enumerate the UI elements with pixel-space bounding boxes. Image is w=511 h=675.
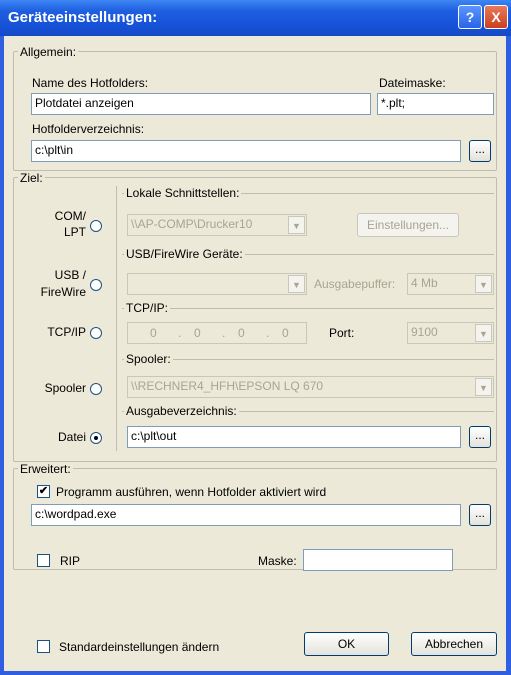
- ziel-legend: Ziel:: [18, 171, 45, 185]
- usb-legend: USB/FireWire Geräte:: [124, 247, 245, 261]
- radio-usb-label-2: FireWire: [40, 285, 86, 299]
- spooler-combo-value: \\RECHNER4_HFH\EPSON LQ 670: [131, 379, 324, 393]
- ausgabeverzeichnis-input[interactable]: c:\plt\out: [127, 426, 461, 448]
- usb-device-combo[interactable]: ▼: [127, 273, 307, 295]
- ausgabe-legend: Ausgabeverzeichnis:: [124, 404, 239, 418]
- dialog-title: Geräteeinstellungen:: [8, 9, 158, 26]
- port-value: 9100: [411, 325, 438, 339]
- radio-spooler[interactable]: [90, 383, 102, 395]
- radio-datei-label: Datei: [57, 430, 86, 444]
- radio-usb-firewire[interactable]: [90, 279, 102, 291]
- programm-checkbox[interactable]: ✔: [37, 485, 50, 498]
- spooler-legend: Spooler:: [124, 352, 173, 366]
- tcp-legend: TCP/IP:: [124, 301, 171, 315]
- hotfolder-name-label: Name des Hotfolders:: [32, 76, 149, 90]
- ip-dot: .: [222, 326, 226, 340]
- ip-octet-2: 0: [194, 326, 201, 340]
- port-label: Port:: [329, 326, 355, 340]
- dateimaske-input[interactable]: *.plt;: [377, 93, 494, 115]
- port-combo[interactable]: 9100 ▼: [407, 322, 494, 344]
- chevron-down-icon[interactable]: ▼: [288, 216, 305, 234]
- radio-usb-label: USB /: [54, 268, 86, 282]
- radio-tcp-label: TCP/IP: [47, 325, 86, 339]
- hotfolder-name-input[interactable]: Plotdatei anzeigen: [31, 93, 371, 115]
- lokale-combo-value: \\AP-COMP\Drucker10: [131, 217, 253, 231]
- ip-octet-1: 0: [150, 326, 157, 340]
- standard-checkbox[interactable]: [37, 640, 50, 653]
- ausgabepuffer-value: 4 Mb: [411, 276, 438, 290]
- dialog-client: Allgemein: Name des Hotfolders: Plotdate…: [4, 36, 506, 671]
- einstellungen-button[interactable]: Einstellungen...: [357, 213, 459, 237]
- ip-octet-4: 0: [282, 326, 289, 340]
- radio-com-label: COM/: [54, 209, 86, 223]
- ip-dot: .: [266, 326, 270, 340]
- close-button[interactable]: X: [484, 5, 508, 29]
- title-bar[interactable]: Geräteeinstellungen: ? X: [0, 0, 511, 36]
- radio-spooler-label: Spooler: [44, 381, 86, 395]
- spooler-combo[interactable]: \\RECHNER4_HFH\EPSON LQ 670 ▼: [127, 376, 494, 398]
- dialog-window: Geräteeinstellungen: ? X Allgemein: Name…: [0, 0, 511, 675]
- chevron-down-icon[interactable]: ▼: [475, 378, 492, 396]
- help-button[interactable]: ?: [458, 5, 482, 29]
- rip-checkbox[interactable]: [37, 554, 50, 567]
- standard-label: Standardeinstellungen ändern: [59, 640, 220, 654]
- radio-datei[interactable]: [90, 432, 102, 444]
- programm-input[interactable]: c:\wordpad.exe: [31, 504, 461, 526]
- dateimaske-label: Dateimaske:: [379, 76, 446, 90]
- radio-com-label-2: LPT: [63, 225, 86, 239]
- erweitert-legend: Erweitert:: [18, 462, 73, 476]
- rip-label: RIP: [60, 554, 81, 568]
- programm-browse-button[interactable]: ...: [469, 504, 491, 526]
- ausgabepuffer-combo[interactable]: 4 Mb ▼: [407, 273, 494, 295]
- lokale-schnittstellen-combo[interactable]: \\AP-COMP\Drucker10 ▼: [127, 214, 307, 236]
- ok-button[interactable]: OK: [304, 632, 389, 656]
- allgemein-legend: Allgemein:: [18, 45, 79, 59]
- radio-com-lpt[interactable]: [90, 220, 102, 232]
- hotfolderverzeichnis-label: Hotfolderverzeichnis:: [32, 122, 145, 136]
- ziel-separator: [116, 186, 117, 451]
- hotfolderverzeichnis-input[interactable]: c:\plt\in: [31, 140, 461, 162]
- ausgabepuffer-label: Ausgabepuffer:: [314, 277, 396, 291]
- ausgabe-browse-button[interactable]: ...: [469, 426, 491, 448]
- maske-label: Maske:: [258, 554, 297, 568]
- spooler-divider: [122, 359, 494, 360]
- ip-dot: .: [178, 326, 182, 340]
- ip-address-field[interactable]: 0 . 0 . 0 . 0: [127, 322, 307, 344]
- chevron-down-icon[interactable]: ▼: [288, 275, 305, 293]
- radio-tcp-ip[interactable]: [90, 327, 102, 339]
- programm-checkbox-label: Programm ausführen, wenn Hotfolder aktiv…: [56, 485, 327, 499]
- hotfolder-browse-button[interactable]: ...: [469, 140, 491, 162]
- tcp-divider: [122, 308, 494, 309]
- ip-octet-3: 0: [238, 326, 245, 340]
- chevron-down-icon[interactable]: ▼: [475, 324, 492, 342]
- lokale-legend: Lokale Schnittstellen:: [124, 186, 242, 200]
- cancel-button[interactable]: Abbrechen: [411, 632, 497, 656]
- maske-input[interactable]: [303, 549, 453, 571]
- chevron-down-icon[interactable]: ▼: [475, 275, 492, 293]
